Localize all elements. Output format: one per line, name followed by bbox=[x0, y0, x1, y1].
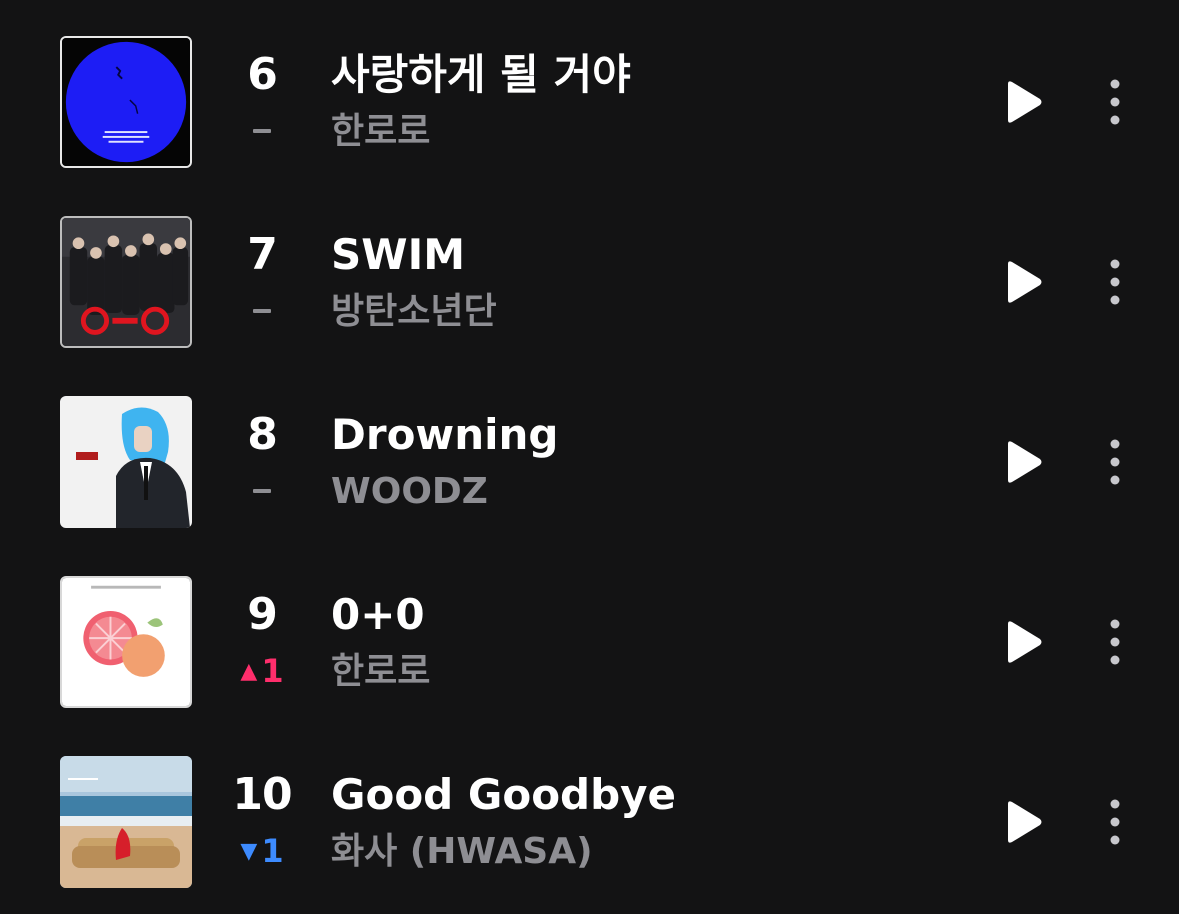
track-title: Good Goodbye bbox=[331, 770, 677, 819]
rank-number: 10 bbox=[232, 769, 292, 820]
more-options-button[interactable] bbox=[1096, 616, 1134, 668]
more-vertical-icon bbox=[1110, 439, 1120, 485]
more-vertical-icon bbox=[1110, 799, 1120, 845]
rank-change bbox=[222, 471, 302, 511]
more-vertical-icon bbox=[1110, 259, 1120, 305]
rank-change-value: 1 bbox=[261, 832, 284, 870]
track-title: 사랑하게 될 거야 bbox=[331, 50, 631, 99]
chart-list: 6 사랑하게 될 거야 한로로 7 SWIM 방탄소년단 8 Drowning … bbox=[0, 0, 1179, 914]
rank-number: 9 bbox=[247, 589, 278, 640]
play-icon bbox=[1008, 801, 1042, 843]
group-photo-cover-icon bbox=[62, 218, 190, 346]
play-button[interactable] bbox=[998, 798, 1046, 846]
rank-change: ▼ 1 bbox=[222, 831, 302, 871]
rank-number: 6 bbox=[247, 49, 278, 100]
play-icon bbox=[1008, 81, 1042, 123]
blue-hair-portrait-cover-icon bbox=[60, 396, 192, 528]
track-row[interactable]: 7 SWIM 방탄소년단 bbox=[0, 216, 1179, 348]
album-cover[interactable] bbox=[60, 36, 192, 168]
album-cover[interactable] bbox=[60, 756, 192, 888]
grapefruit-painting-cover-icon bbox=[62, 578, 190, 706]
track-artist[interactable]: WOODZ bbox=[331, 470, 488, 514]
track-title: Drowning bbox=[331, 410, 559, 459]
track-artist[interactable]: 한로로 bbox=[331, 110, 430, 154]
more-vertical-icon bbox=[1110, 79, 1120, 125]
triangle-up-icon: ▲ bbox=[240, 658, 258, 684]
track-title: SWIM bbox=[331, 230, 465, 279]
rank-number: 8 bbox=[247, 409, 278, 460]
rank-change-value: 1 bbox=[261, 652, 284, 690]
play-button[interactable] bbox=[998, 258, 1046, 306]
album-cover[interactable] bbox=[60, 396, 192, 528]
triangle-down-icon: ▼ bbox=[240, 838, 258, 864]
more-vertical-icon bbox=[1110, 619, 1120, 665]
track-row[interactable]: 10 ▼ 1 Good Goodbye 화사 (HWASA) bbox=[0, 756, 1179, 888]
play-icon bbox=[1008, 441, 1042, 483]
more-options-button[interactable] bbox=[1096, 76, 1134, 128]
track-artist[interactable]: 방탄소년단 bbox=[331, 290, 497, 334]
album-cover[interactable] bbox=[60, 216, 192, 348]
rank-change bbox=[222, 291, 302, 331]
rank-change: ▲ 1 bbox=[222, 651, 302, 691]
track-title: 0+0 bbox=[331, 590, 425, 639]
play-icon bbox=[1008, 261, 1042, 303]
album-cover[interactable] bbox=[60, 576, 192, 708]
no-change-dash bbox=[253, 309, 271, 313]
more-options-button[interactable] bbox=[1096, 256, 1134, 308]
more-options-button[interactable] bbox=[1096, 436, 1134, 488]
play-icon bbox=[1008, 621, 1042, 663]
rank-number: 7 bbox=[247, 229, 278, 280]
track-row[interactable]: 8 Drowning WOODZ bbox=[0, 396, 1179, 528]
track-artist[interactable]: 화사 (HWASA) bbox=[331, 830, 593, 874]
rank-change bbox=[222, 111, 302, 151]
blue-moon-cover-icon bbox=[62, 38, 190, 166]
no-change-dash bbox=[253, 489, 271, 493]
track-row[interactable]: 6 사랑하게 될 거야 한로로 bbox=[0, 36, 1179, 168]
track-row[interactable]: 9 ▲ 1 0+0 한로로 bbox=[0, 576, 1179, 708]
no-change-dash bbox=[253, 129, 271, 133]
beach-sofa-cover-icon bbox=[60, 756, 192, 888]
play-button[interactable] bbox=[998, 618, 1046, 666]
play-button[interactable] bbox=[998, 438, 1046, 486]
play-button[interactable] bbox=[998, 78, 1046, 126]
track-artist[interactable]: 한로로 bbox=[331, 650, 430, 694]
more-options-button[interactable] bbox=[1096, 796, 1134, 848]
